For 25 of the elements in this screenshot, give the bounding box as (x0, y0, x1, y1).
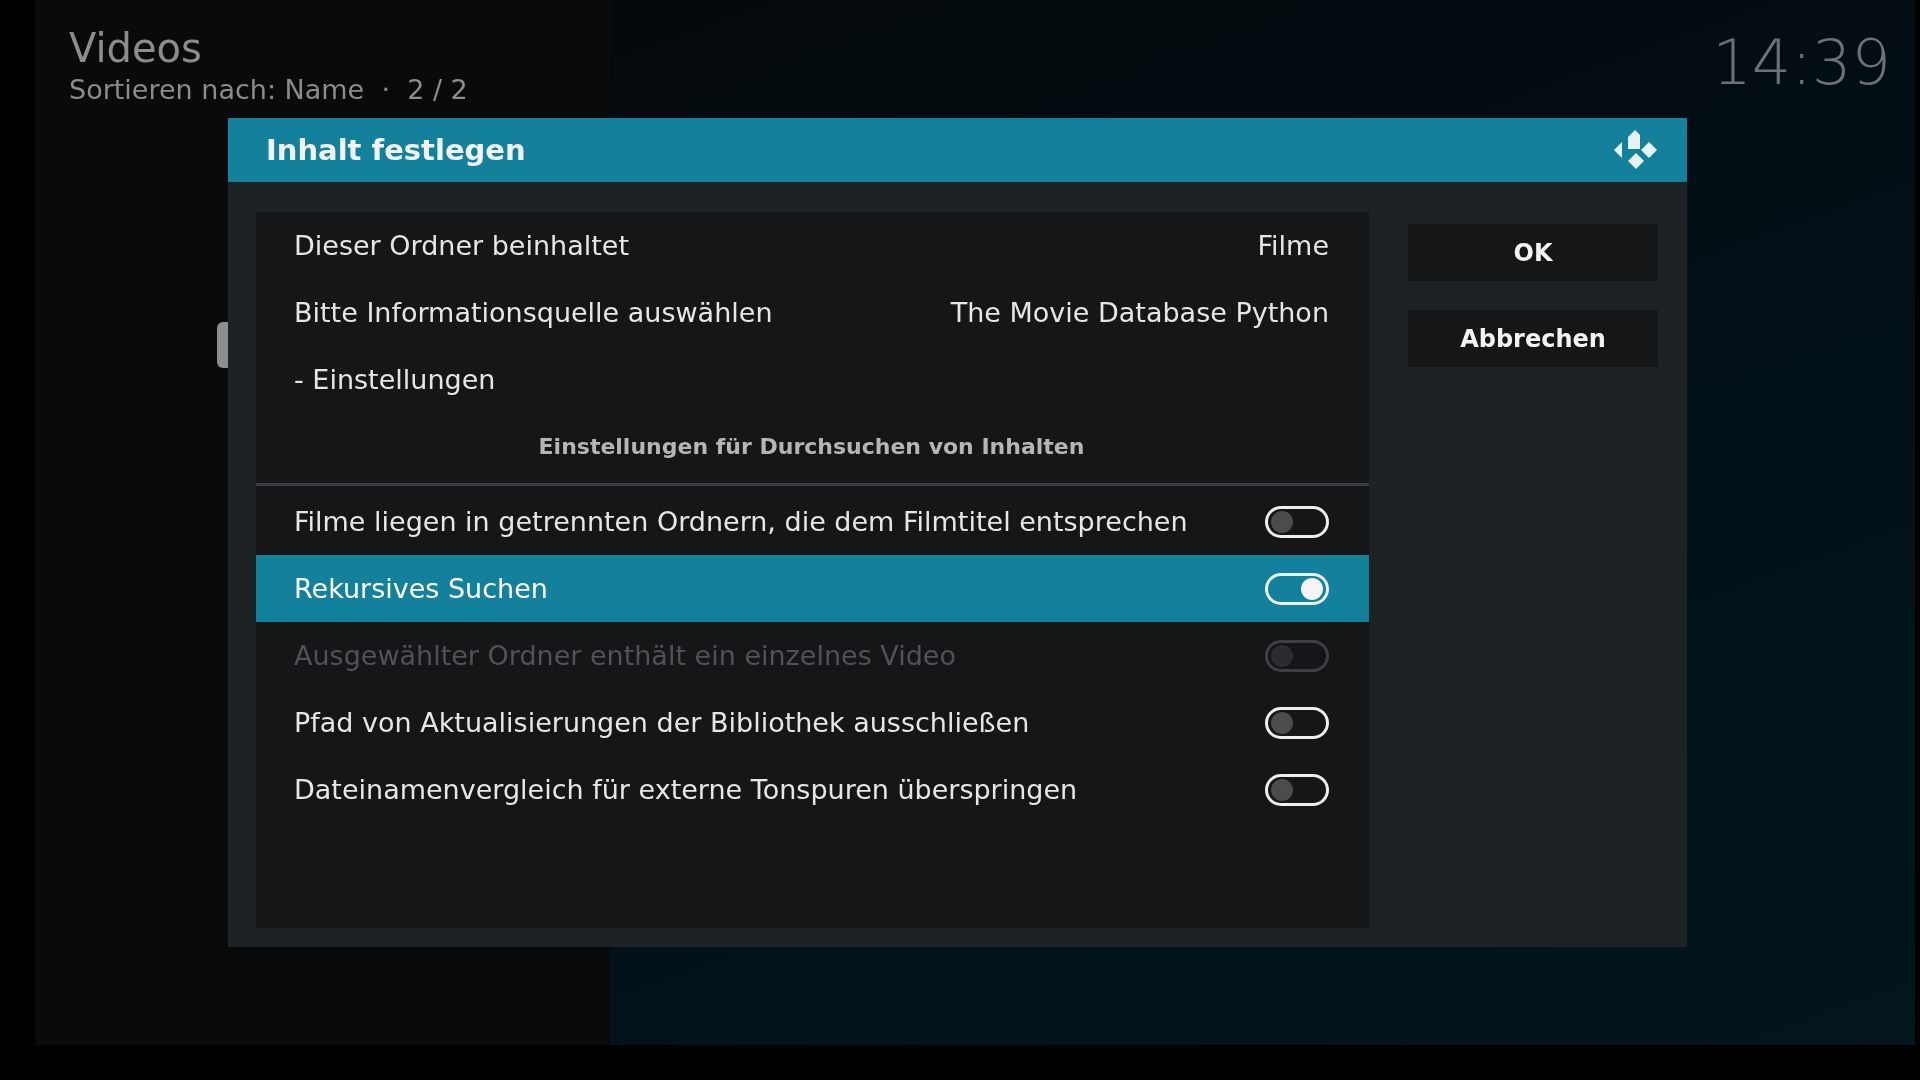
scroll-handle (217, 322, 229, 368)
sort-info: Sortieren nach: Name · 2 / 2 (69, 73, 469, 107)
setting-row[interactable]: - Einstellungen (256, 346, 1369, 413)
clock: 14:39 (1712, 26, 1891, 101)
setting-label: Pfad von Aktualisierungen der Bibliothek ausschließen (294, 707, 1030, 738)
setting-value: Filme (1257, 230, 1329, 261)
dialog-title: Inhalt festlegen (266, 133, 526, 167)
setting-row[interactable]: Filme liegen in getrennten Ordnern, die dem Filmtitel entsprechen (256, 488, 1369, 555)
setting-label: Dateinamenvergleich für externe Tonspuren überspringen (294, 774, 1078, 805)
setting-row[interactable]: Dateinamenvergleich für externe Tonspuren überspringen (256, 756, 1369, 823)
setting-label: Ausgewählter Ordner enthält ein einzelnes Video (294, 640, 956, 671)
setting-row[interactable]: Rekursives Suchen (256, 555, 1369, 622)
setting-value: The Movie Database Python (950, 297, 1329, 328)
setting-label: - Einstellungen (294, 364, 496, 395)
setting-row[interactable]: Dieser Ordner beinhaltet Filme (256, 212, 1369, 279)
page-title: Videos (69, 24, 203, 72)
setting-label: Dieser Ordner beinhaltet (294, 230, 629, 261)
setting-label: Bitte Informationsquelle auswählen (294, 297, 773, 328)
section-heading: Einstellungen für Durchsuchen von Inhalten (538, 434, 1085, 459)
dialog-button[interactable]: OK (1408, 224, 1658, 281)
dialog-button[interactable]: Abbrechen (1408, 310, 1658, 367)
setting-row[interactable]: Pfad von Aktualisierungen der Bibliothek ausschließen (256, 689, 1369, 756)
setting-label: Filme liegen in getrennten Ordnern, die dem Filmtitel entsprechen (294, 506, 1188, 537)
setting-row[interactable]: Bitte Informationsquelle auswählen The Movie Database Python (256, 279, 1369, 346)
setting-label: Rekursives Suchen (294, 573, 548, 604)
